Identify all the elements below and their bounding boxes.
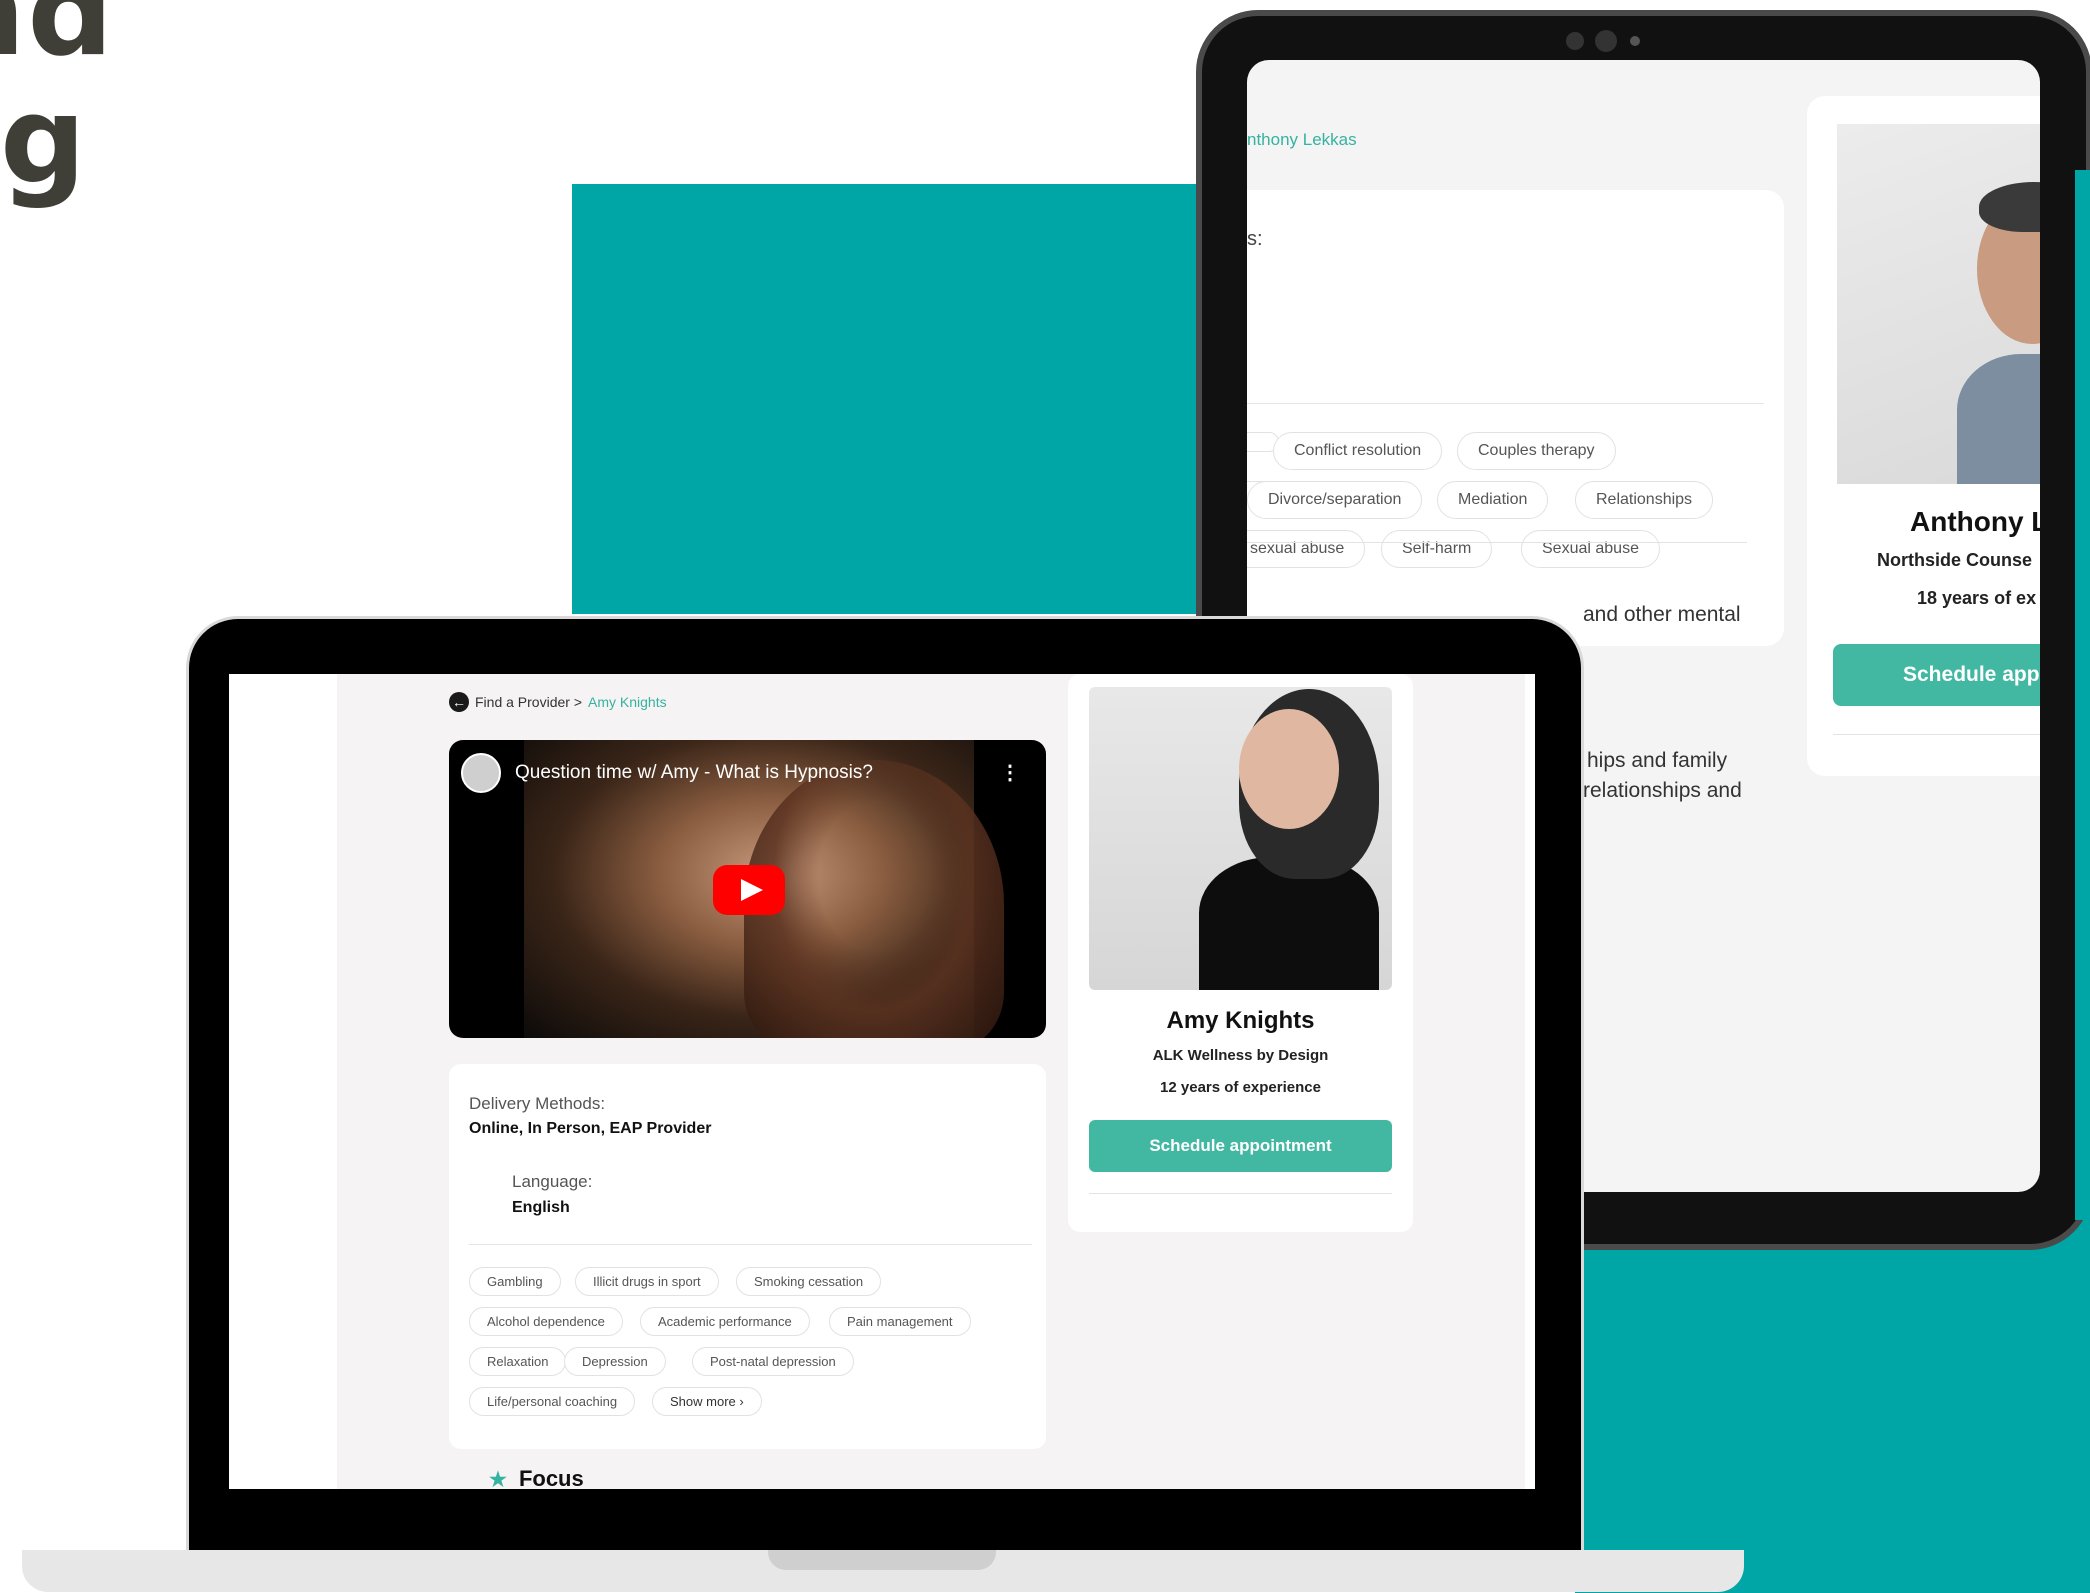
specialty-chip[interactable]: Illicit drugs in sport: [575, 1267, 719, 1296]
specialty-chip[interactable]: Post-natal depression: [692, 1347, 854, 1376]
more-vertical-icon[interactable]: ⋮: [1000, 760, 1020, 785]
profile-photo: [1089, 687, 1392, 990]
back-arrow-icon[interactable]: ←: [449, 692, 469, 712]
breadcrumb-parent[interactable]: Find a Provider >: [475, 694, 582, 710]
specialty-chip[interactable]: Gambling: [469, 1267, 561, 1296]
specialty-chip[interactable]: Depression: [564, 1347, 666, 1376]
show-more-button[interactable]: Show more ›: [652, 1387, 762, 1416]
delivery-methods-label: Delivery Methods:: [469, 1094, 606, 1113]
specialty-chip[interactable]: Smoking cessation: [736, 1267, 882, 1296]
provider-experience: 12 years of experience: [1160, 1079, 1321, 1096]
page-margin: [1525, 674, 1535, 1489]
provider-experience: 18 years of ex: [1917, 588, 2037, 608]
specialty-chip[interactable]: Alcohol dependence: [469, 1307, 623, 1336]
specialty-chip[interactable]: Relationships: [1575, 481, 1714, 519]
profile-card: Amy Knights ALK Wellness by Design 12 ye…: [1068, 674, 1413, 1232]
play-icon[interactable]: [713, 865, 785, 915]
details-label: s:: [1247, 228, 1263, 250]
specialty-chip[interactable]: Life/personal coaching: [469, 1387, 636, 1416]
delivery-methods-value: Online, In Person, EAP Provider: [469, 1120, 712, 1137]
about-text-line: hips and family: [1587, 749, 1728, 772]
laptop-screen: ← Find a Provider > Amy Knights Question…: [229, 674, 1535, 1489]
specialty-chip[interactable]: Divorce/separation: [1247, 481, 1423, 519]
schedule-appointment-button[interactable]: Schedule app: [1833, 644, 2040, 706]
page-margin: [229, 674, 337, 1489]
divider: [1247, 403, 1764, 404]
specialty-chip[interactable]: Conflict resolution: [1273, 432, 1443, 470]
provider-organization: Northside Counse: [1877, 550, 2033, 570]
profile-card: Anthony L Northside Counse 18 years of e…: [1807, 96, 2040, 776]
tablet-sensor-icon: [1630, 36, 1640, 46]
language-label: Language:: [512, 1172, 593, 1191]
hero-heading-line2: g: [0, 72, 88, 211]
breadcrumb-current[interactable]: Amy Knights: [588, 694, 667, 710]
provider-name: Anthony L: [1910, 506, 2040, 537]
laptop-device: ← Find a Provider > Amy Knights Question…: [186, 616, 1584, 1553]
laptop-notch: [768, 1550, 996, 1570]
divider: [1833, 734, 2040, 735]
divider: [1247, 542, 1747, 543]
tablet-camera-icon: [1595, 30, 1617, 52]
star-icon: ★: [489, 1468, 507, 1490]
specialty-chip[interactable]: Academic performance: [640, 1307, 810, 1336]
language-value: English: [512, 1199, 570, 1216]
channel-avatar[interactable]: [461, 753, 501, 793]
info-card: Delivery Methods: Online, In Person, EAP…: [449, 1064, 1046, 1449]
focus-heading: ★ Focus: [489, 1466, 584, 1489]
specialty-chip[interactable]: Couples therapy: [1457, 432, 1616, 470]
specialty-chip[interactable]: Self-harm: [1381, 530, 1493, 568]
schedule-appointment-button[interactable]: Schedule appointment: [1089, 1120, 1392, 1172]
about-text-line: relationships and: [1583, 779, 1742, 802]
specialty-chip[interactable]: sexual abuse: [1247, 530, 1366, 568]
divider: [1089, 1193, 1392, 1194]
video-title[interactable]: Question time w/ Amy - What is Hypnosis?: [515, 762, 873, 784]
details-card: s: Conflict resolution Couples therapy D…: [1247, 190, 1784, 646]
teal-background-block: [2075, 170, 2090, 1220]
provider-organization: ALK Wellness by Design: [1152, 1047, 1329, 1064]
hero-heading-line1: nd: [0, 0, 116, 83]
specialty-chip[interactable]: Sexual abuse: [1521, 530, 1660, 568]
specialty-chip[interactable]: Mediation: [1437, 481, 1549, 519]
profile-photo: [1837, 124, 2040, 484]
about-text-line: and other mental: [1583, 603, 1741, 626]
breadcrumb: ← Find a Provider > Amy Knights: [449, 692, 667, 712]
breadcrumb-current[interactable]: nthony Lekkas: [1247, 130, 1357, 150]
video-player[interactable]: Question time w/ Amy - What is Hypnosis?…: [449, 740, 1046, 1038]
provider-name: Amy Knights: [1166, 1007, 1315, 1034]
specialty-chip[interactable]: Relaxation: [469, 1347, 567, 1376]
focus-label: Focus: [518, 1466, 584, 1489]
specialty-chip[interactable]: Pain management: [829, 1307, 971, 1336]
hero-heading: nd g: [0, 0, 115, 206]
tablet-sensor-icon: [1566, 32, 1584, 50]
divider: [469, 1244, 1032, 1245]
